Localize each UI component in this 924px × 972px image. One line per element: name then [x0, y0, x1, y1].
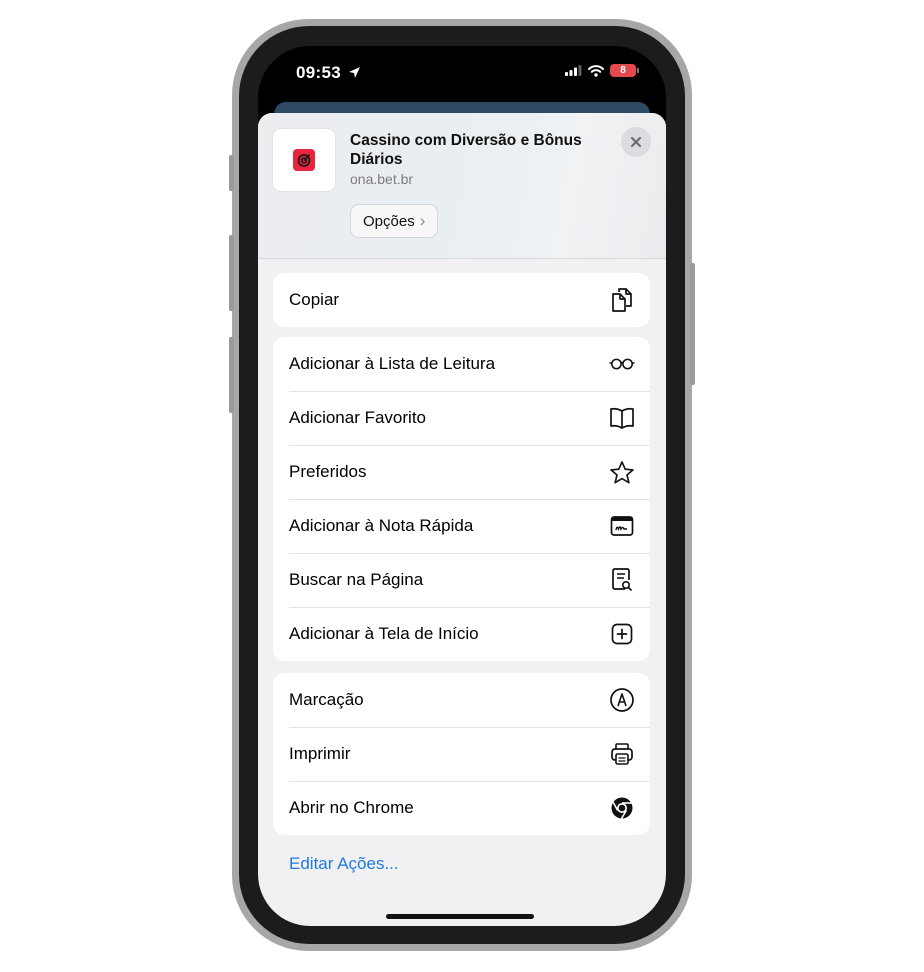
share-header-text: Cassino com Diversão e Bônus Diários ona…	[350, 131, 590, 187]
site-icon	[273, 129, 335, 191]
action-label: Marcação	[289, 690, 364, 709]
action-label: Preferidos	[289, 462, 367, 481]
action-label: Imprimir	[289, 744, 351, 763]
edit-actions-link[interactable]: Editar Ações...	[289, 854, 399, 874]
chrome-icon	[609, 795, 635, 821]
status-time: 09:53	[296, 63, 361, 83]
volume-up-button	[229, 235, 234, 311]
action-group-other: Marcação Imprimir Abrir no Chrome	[273, 673, 650, 835]
chevron-right-icon: ›	[419, 211, 426, 230]
wifi-icon	[588, 64, 604, 77]
action-label: Adicionar à Tela de Início	[289, 624, 479, 643]
options-button[interactable]: Opções ›	[350, 204, 439, 238]
battery-level: 8	[620, 65, 626, 76]
location-arrow-icon	[349, 67, 361, 78]
action-favorites[interactable]: Preferidos	[273, 445, 650, 499]
quick-note-icon	[609, 513, 635, 539]
status-icons: 8	[565, 64, 639, 77]
glasses-icon	[609, 351, 635, 377]
action-add-quick-note[interactable]: Adicionar à Nota Rápida	[273, 499, 650, 553]
action-markup[interactable]: Marcação	[273, 673, 650, 727]
action-label: Adicionar Favorito	[289, 408, 427, 427]
share-sheet: Cassino com Diversão e Bônus Diários ona…	[258, 113, 666, 926]
battery-indicator: 8	[610, 64, 639, 77]
action-group-page: Adicionar à Lista de Leitura Adicionar F…	[273, 337, 650, 661]
printer-icon	[609, 741, 635, 767]
copy-icon	[609, 287, 635, 313]
close-icon	[630, 136, 642, 148]
action-label: Abrir no Chrome	[289, 798, 414, 817]
action-add-bookmark[interactable]: Adicionar Favorito	[273, 391, 650, 445]
volume-down-button	[229, 337, 234, 413]
target-logo-icon	[293, 149, 315, 171]
star-icon	[609, 459, 635, 485]
page-domain: ona.bet.br	[350, 171, 414, 187]
action-print[interactable]: Imprimir	[273, 727, 650, 781]
find-on-page-icon	[609, 567, 635, 593]
mute-switch	[229, 155, 234, 191]
add-square-icon	[609, 621, 635, 647]
action-add-home-screen[interactable]: Adicionar à Tela de Início	[273, 607, 650, 661]
action-label: Buscar na Página	[289, 570, 424, 589]
action-copy[interactable]: Copiar	[273, 273, 650, 327]
signal-icon	[565, 65, 582, 76]
options-label: Opções	[363, 212, 415, 230]
action-find-on-page[interactable]: Buscar na Página	[273, 553, 650, 607]
action-label: Adicionar à Nota Rápida	[289, 516, 474, 535]
action-label: Copiar	[289, 290, 340, 309]
action-open-in-chrome[interactable]: Abrir no Chrome	[273, 781, 650, 835]
action-add-reading-list[interactable]: Adicionar à Lista de Leitura	[273, 337, 650, 391]
book-icon	[609, 405, 635, 431]
close-button[interactable]	[621, 127, 651, 157]
action-group-copy: Copiar	[273, 273, 650, 327]
power-button	[690, 263, 695, 385]
action-label: Adicionar à Lista de Leitura	[289, 354, 496, 373]
share-sheet-header: Cassino com Diversão e Bônus Diários ona…	[258, 113, 666, 259]
markup-icon	[609, 687, 635, 713]
page-title: Cassino com Diversão e Bônus Diários	[350, 132, 582, 168]
home-indicator[interactable]	[386, 914, 534, 919]
phone-screen: 09:53 8 Cassino com Diversão e Bônus Diá…	[258, 46, 666, 926]
status-bar: 09:53 8	[258, 46, 666, 104]
